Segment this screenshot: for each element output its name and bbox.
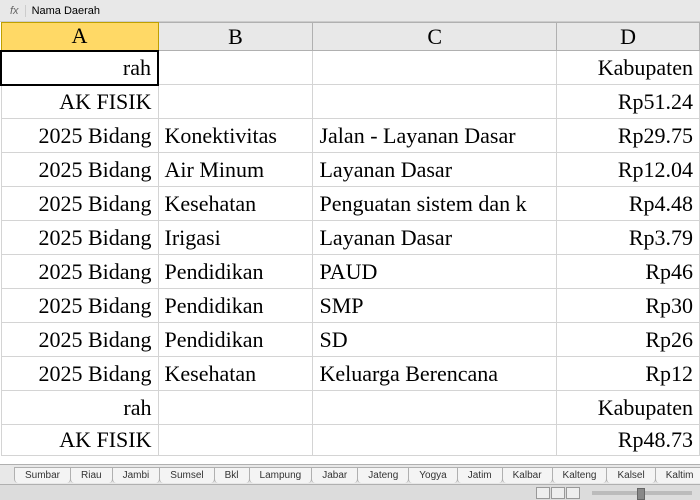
cell[interactable]: Rp30	[557, 289, 700, 323]
cell[interactable]	[158, 391, 313, 425]
table-row: 2025 BidangIrigasiLayanan DasarRp3.79	[1, 221, 700, 255]
table-row: rah Kabupaten	[1, 391, 700, 425]
sheet-tab[interactable]: Jateng	[357, 467, 409, 483]
cell[interactable]: Air Minum	[158, 153, 313, 187]
cell[interactable]: SMP	[313, 289, 557, 323]
cell[interactable]: SD	[313, 323, 557, 357]
cell[interactable]: 2025 Bidang	[1, 357, 158, 391]
cell[interactable]: Rp51.24	[557, 85, 700, 119]
sheet-tab[interactable]: Jatim	[457, 467, 503, 483]
cell[interactable]	[313, 85, 557, 119]
table-row: 2025 BidangKesehatanPenguatan sistem dan…	[1, 187, 700, 221]
normal-view-icon[interactable]	[536, 487, 550, 499]
table-row: AK FISIK Rp48.73	[1, 425, 700, 456]
cell[interactable]: Rp4.48	[557, 187, 700, 221]
cell[interactable]: Pendidikan	[158, 289, 313, 323]
cell[interactable]: 2025 Bidang	[1, 153, 158, 187]
col-header-b[interactable]: B	[158, 23, 313, 51]
cell[interactable]: Rp26	[557, 323, 700, 357]
column-headers: A B C D	[1, 23, 700, 51]
cell[interactable]: Kesehatan	[158, 357, 313, 391]
cell[interactable]: Rp46	[557, 255, 700, 289]
cell[interactable]	[158, 85, 313, 119]
sheet-tab[interactable]: Yogya	[408, 467, 457, 483]
col-header-a[interactable]: A	[1, 23, 158, 51]
cell[interactable]: rah	[1, 51, 158, 85]
cell[interactable]: PAUD	[313, 255, 557, 289]
zoom-slider[interactable]	[592, 491, 692, 495]
table-row: 2025 BidangPendidikanSDRp26	[1, 323, 700, 357]
fx-label[interactable]: fx	[4, 5, 26, 17]
cell[interactable]: Layanan Dasar	[313, 153, 557, 187]
formula-bar: fx Nama Daerah	[0, 0, 700, 22]
table-row: 2025 BidangKonektivitasJalan - Layanan D…	[1, 119, 700, 153]
cell[interactable]: Keluarga Berencana	[313, 357, 557, 391]
col-header-c[interactable]: C	[313, 23, 557, 51]
cell[interactable]	[158, 425, 313, 456]
table-row: 2025 BidangKesehatanKeluarga BerencanaRp…	[1, 357, 700, 391]
view-mode-icons[interactable]	[536, 487, 580, 499]
sheet-tab[interactable]: Riau	[70, 467, 113, 483]
cell[interactable]: Irigasi	[158, 221, 313, 255]
cell[interactable]: AK FISIK	[1, 425, 158, 456]
sheet-tab[interactable]: Lampung	[249, 467, 313, 483]
cell[interactable]: 2025 Bidang	[1, 289, 158, 323]
table-row: 2025 BidangPendidikanPAUDRp46	[1, 255, 700, 289]
sheet-tab[interactable]: Kalteng	[552, 467, 608, 483]
cell[interactable]: Rp12	[557, 357, 700, 391]
cell[interactable]: Pendidikan	[158, 323, 313, 357]
sheet-tab[interactable]: Sumbar	[14, 467, 71, 483]
cell[interactable]	[313, 425, 557, 456]
table-row: rah Kabupaten	[1, 51, 700, 85]
sheet-tab[interactable]: Kaltim	[655, 467, 700, 483]
cell[interactable]: rah	[1, 391, 158, 425]
cell[interactable]: Rp29.75	[557, 119, 700, 153]
table-row: AK FISIK Rp51.24	[1, 85, 700, 119]
cell[interactable]: Rp48.73	[557, 425, 700, 456]
sheet-tab[interactable]: Jabar	[311, 467, 358, 483]
cell[interactable]	[313, 391, 557, 425]
cell[interactable]: Kabupaten	[557, 391, 700, 425]
cell[interactable]: 2025 Bidang	[1, 221, 158, 255]
cell[interactable]: Konektivitas	[158, 119, 313, 153]
cell[interactable]: Jalan - Layanan Dasar	[313, 119, 557, 153]
cell[interactable]: Rp12.04	[557, 153, 700, 187]
cell[interactable]: Pendidikan	[158, 255, 313, 289]
cell[interactable]: AK FISIK	[1, 85, 158, 119]
cell[interactable]	[158, 51, 313, 85]
page-break-view-icon[interactable]	[566, 487, 580, 499]
cell[interactable]: Penguatan sistem dan k	[313, 187, 557, 221]
table-row: 2025 BidangAir MinumLayanan DasarRp12.04	[1, 153, 700, 187]
sheet-tabs: SumbarRiauJambiSumselBklLampungJabarJate…	[0, 464, 700, 484]
cell[interactable]: Layanan Dasar	[313, 221, 557, 255]
status-bar	[0, 484, 700, 500]
spreadsheet-grid[interactable]: A B C D rah Kabupaten AK FISIK Rp51.24 2025…	[0, 22, 700, 456]
cell[interactable]: Kesehatan	[158, 187, 313, 221]
col-header-d[interactable]: D	[557, 23, 700, 51]
cell[interactable]: 2025 Bidang	[1, 187, 158, 221]
sheet-tab[interactable]: Jambi	[112, 467, 161, 483]
cell[interactable]: Kabupaten	[557, 51, 700, 85]
cell[interactable]: 2025 Bidang	[1, 119, 158, 153]
sheet-tab[interactable]: Kalbar	[502, 467, 553, 483]
cell[interactable]: 2025 Bidang	[1, 255, 158, 289]
table-row: 2025 BidangPendidikanSMPRp30	[1, 289, 700, 323]
cell[interactable]	[313, 51, 557, 85]
sheet-tab[interactable]: Kalsel	[606, 467, 655, 483]
sheet-tab[interactable]: Sumsel	[159, 467, 214, 483]
formula-bar-value[interactable]: Nama Daerah	[32, 5, 100, 17]
cell[interactable]: Rp3.79	[557, 221, 700, 255]
cell[interactable]: 2025 Bidang	[1, 323, 158, 357]
page-layout-view-icon[interactable]	[551, 487, 565, 499]
sheet-tab[interactable]: Bkl	[214, 467, 250, 483]
